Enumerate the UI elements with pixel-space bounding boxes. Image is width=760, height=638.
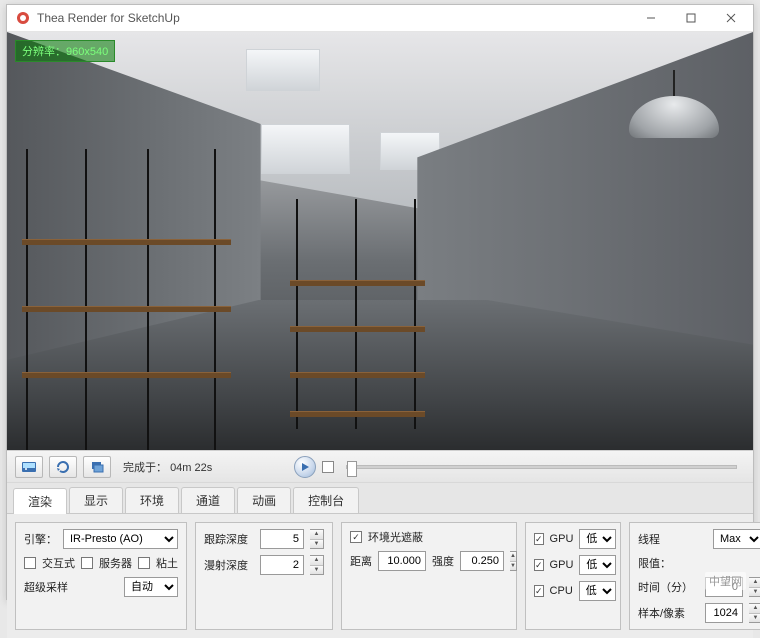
devices-group: GPU 低 GPU 低 CPU 低	[525, 522, 621, 630]
app-window: Thea Render for SketchUp	[6, 4, 754, 600]
resolution-badge: 分辨率：960x540	[15, 40, 115, 62]
tab-display[interactable]: 显示	[69, 487, 123, 513]
progress-slider[interactable]	[346, 465, 737, 469]
windows-button[interactable]	[83, 456, 111, 478]
tab-console[interactable]: 控制台	[293, 487, 359, 513]
ao-intensity-input[interactable]	[460, 551, 504, 571]
window-controls	[631, 5, 751, 31]
diffuse-depth-label: 漫射深度	[204, 557, 248, 573]
trace-depth-spinner[interactable]: ▲▼	[310, 529, 324, 549]
trace-group: 跟踪深度 ▲▼ 漫射深度 ▲▼	[195, 522, 333, 630]
limit-label: 限值：	[638, 555, 671, 571]
trace-depth-input[interactable]	[260, 529, 304, 549]
interactive-checkbox[interactable]	[24, 557, 36, 569]
titlebar[interactable]: Thea Render for SketchUp	[7, 5, 753, 32]
engine-label: 引擎：	[24, 531, 57, 547]
ao-distance-label: 距离	[350, 553, 372, 569]
device-0-type: GPU	[550, 533, 574, 545]
device-2-priority[interactable]: 低	[579, 581, 616, 601]
window-title: Thea Render for SketchUp	[37, 11, 631, 25]
tab-render[interactable]: 渲染	[13, 488, 67, 514]
close-button[interactable]	[711, 5, 751, 31]
supersample-select[interactable]: 自动	[124, 577, 178, 597]
minimize-button[interactable]	[631, 5, 671, 31]
save-image-button[interactable]	[15, 456, 43, 478]
ao-distance-input[interactable]	[378, 551, 426, 571]
threads-label: 线程	[638, 531, 660, 547]
device-2-type: CPU	[550, 585, 573, 597]
device-1-checkbox[interactable]	[534, 559, 544, 571]
ao-intensity-label: 强度	[432, 553, 454, 569]
samples-label: 样本/像素	[638, 605, 685, 621]
ao-intensity-spinner[interactable]: ▲▼	[510, 551, 517, 571]
ao-group: 环境光遮蔽 距离 强度 ▲▼	[341, 522, 517, 630]
tab-environment[interactable]: 环境	[125, 487, 179, 513]
watermark: 中望网	[705, 572, 746, 590]
refresh-button[interactable]	[49, 456, 77, 478]
supersample-label: 超级采样	[24, 579, 68, 595]
maximize-button[interactable]	[671, 5, 711, 31]
engine-group: 引擎： IR-Presto (AO) 交互式 服务器 粘土 超级采样 自动	[15, 522, 187, 630]
time-label: 时间（分）	[638, 579, 693, 595]
clay-checkbox[interactable]	[138, 557, 150, 569]
control-panel: 完成于： 04m 22s 渲染 显示 环境 通道 动画 控制台 引擎： IR-P…	[7, 450, 753, 638]
device-0-priority[interactable]: 低	[579, 529, 616, 549]
play-button[interactable]	[294, 456, 316, 478]
pendant-lamp	[629, 70, 719, 138]
rendered-scene	[7, 32, 753, 450]
render-status: 完成于： 04m 22s	[123, 459, 212, 475]
diffuse-depth-input[interactable]	[260, 555, 304, 575]
server-checkbox[interactable]	[81, 557, 93, 569]
tab-bar: 渲染 显示 环境 通道 动画 控制台	[7, 483, 753, 514]
device-1-type: GPU	[550, 559, 574, 571]
engine-select[interactable]: IR-Presto (AO)	[63, 529, 178, 549]
render-viewport[interactable]: 分辨率：960x540	[7, 32, 753, 450]
time-spinner[interactable]: ▲▼	[749, 577, 760, 597]
diffuse-depth-spinner[interactable]: ▲▼	[310, 555, 324, 575]
tab-channels[interactable]: 通道	[181, 487, 235, 513]
toolbar: 完成于： 04m 22s	[7, 451, 753, 483]
samples-input[interactable]	[705, 603, 743, 623]
ao-enable-checkbox[interactable]	[350, 531, 362, 543]
trace-depth-label: 跟踪深度	[204, 531, 248, 547]
device-0-checkbox[interactable]	[534, 533, 544, 545]
threads-select[interactable]: Max	[713, 529, 760, 549]
app-icon	[15, 10, 31, 26]
device-2-checkbox[interactable]	[534, 585, 544, 597]
tab-animation[interactable]: 动画	[237, 487, 291, 513]
device-1-priority[interactable]: 低	[579, 555, 616, 575]
toolbar-checkbox[interactable]	[322, 461, 334, 473]
ao-enable-label: 环境光遮蔽	[368, 529, 423, 545]
samples-spinner[interactable]: ▲▼	[749, 603, 760, 623]
settings-area: 引擎： IR-Presto (AO) 交互式 服务器 粘土 超级采样 自动	[7, 514, 753, 638]
